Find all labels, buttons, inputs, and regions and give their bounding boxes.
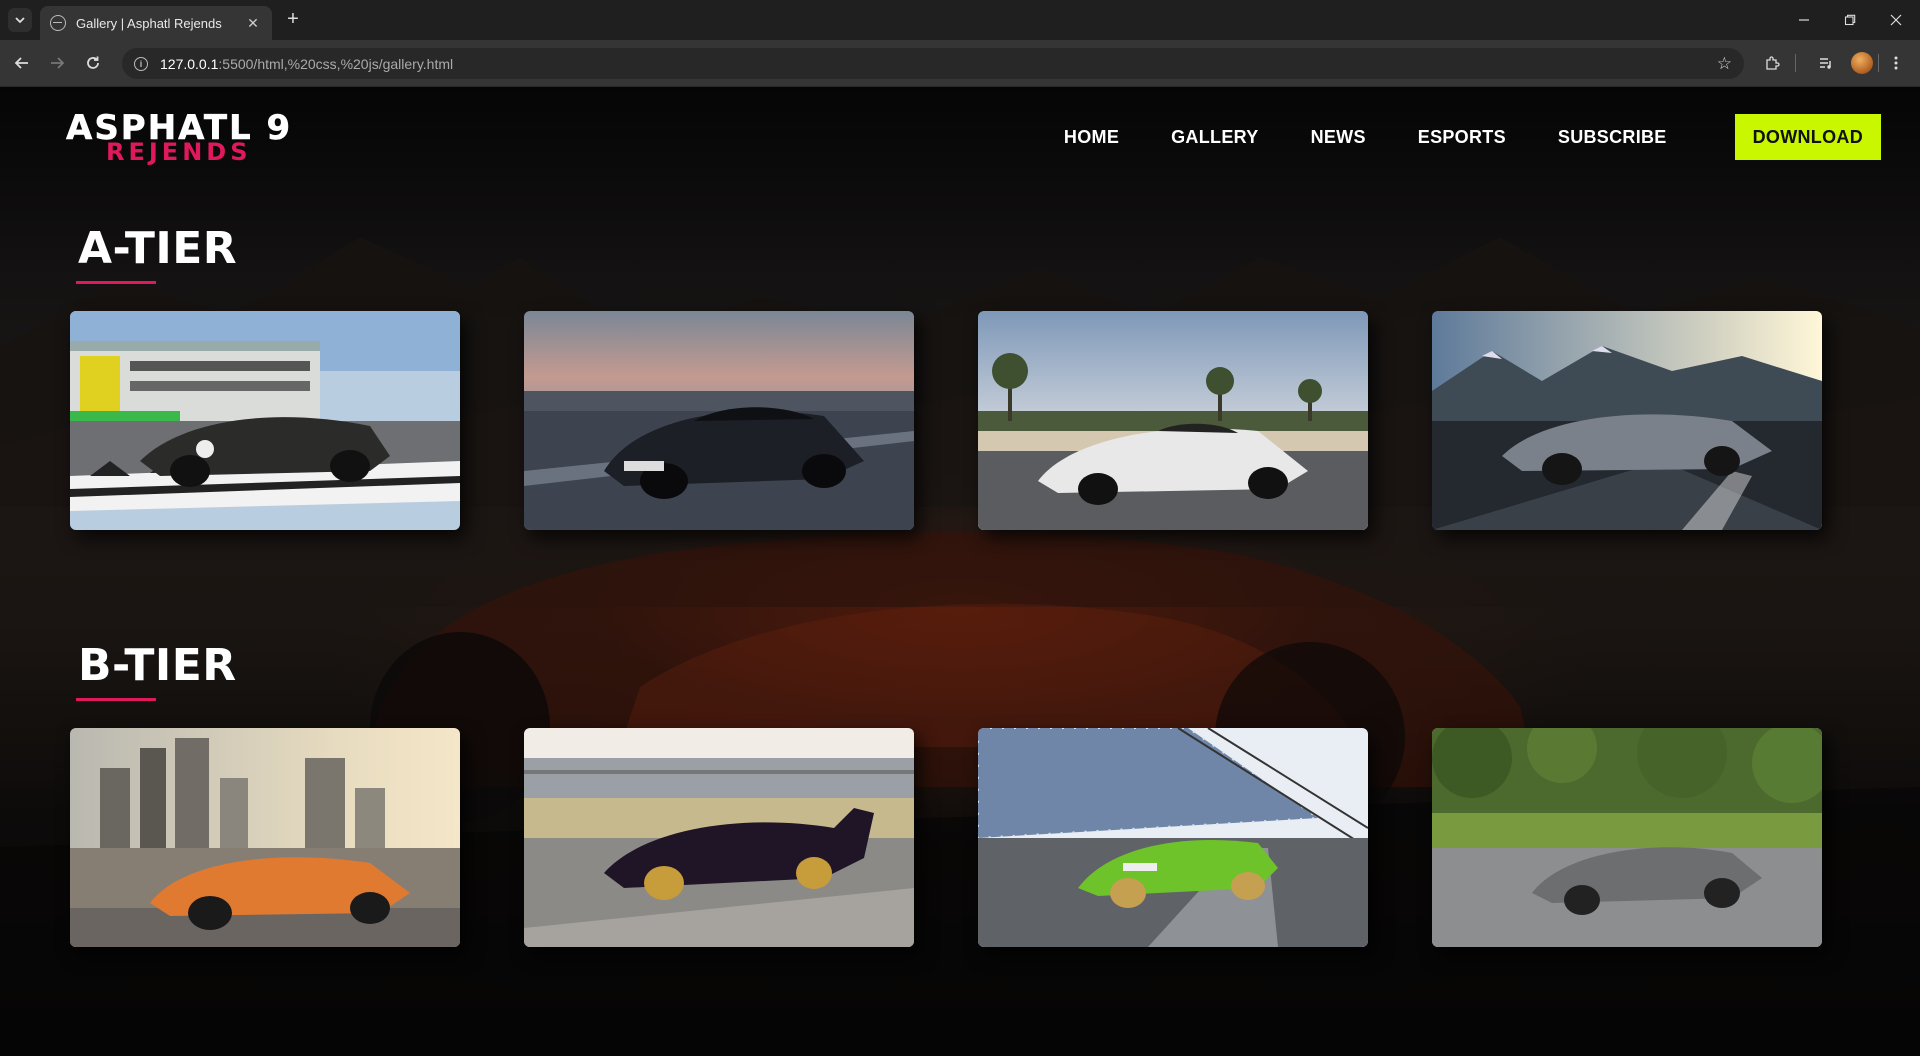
- logo-subtitle: REJENDS: [106, 138, 252, 166]
- url-host: 127.0.0.1: [160, 55, 219, 72]
- car-card[interactable]: [70, 728, 460, 947]
- browser-menu-icon[interactable]: [1884, 51, 1908, 75]
- car-photo-track-fence: [978, 728, 1368, 947]
- car-card[interactable]: [524, 728, 914, 947]
- car-photo-racetrack: [70, 311, 460, 530]
- browser-toolbar: i 127.0.0.1:5500/html,%20css,%20js/galle…: [0, 40, 1920, 87]
- gallery-page: ASPHATL 9 REJENDS HOME GALLERY NEWS ESPO…: [0, 87, 1920, 1056]
- car-card[interactable]: [524, 311, 914, 530]
- nav-link-gallery[interactable]: GALLERY: [1171, 127, 1258, 148]
- restore-icon[interactable]: [1837, 8, 1863, 32]
- nav-link-home[interactable]: HOME: [1064, 127, 1119, 148]
- bookmark-star-icon[interactable]: ☆: [1717, 54, 1732, 74]
- car-photo-mountain-sunset: [1432, 311, 1822, 530]
- car-photo-track-grandstand: [524, 728, 914, 947]
- profile-avatar[interactable]: [1851, 52, 1873, 74]
- car-photo-forest-road: [1432, 728, 1822, 947]
- toolbar-separator: [1795, 54, 1796, 72]
- extensions-icon[interactable]: [1760, 51, 1784, 75]
- car-photo-dusk-road: [524, 311, 914, 530]
- tab-search-button[interactable]: [8, 8, 32, 32]
- tab-title: Gallery | Asphatl Rejends: [76, 15, 222, 31]
- section-title-b-tier: B-TIER: [78, 640, 237, 691]
- car-card[interactable]: [1432, 728, 1822, 947]
- car-photo-city-skyline: [70, 728, 460, 947]
- nav-link-esports[interactable]: ESPORTS: [1418, 127, 1506, 148]
- main-nav: HOME GALLERY NEWS ESPORTS SUBSCRIBE DOWN…: [1012, 87, 1920, 187]
- chevron-down-icon: [15, 17, 25, 24]
- url-path: :5500/html,%20css,%20js/gallery.html: [218, 55, 454, 72]
- forward-arrow-icon[interactable]: [45, 51, 69, 75]
- section-underline: [76, 281, 156, 284]
- nav-link-news[interactable]: NEWS: [1311, 127, 1366, 148]
- close-tab-icon[interactable]: ✕: [244, 14, 262, 32]
- close-window-icon[interactable]: [1883, 8, 1909, 32]
- site-info-icon[interactable]: i: [134, 56, 148, 71]
- address-bar[interactable]: i 127.0.0.1:5500/html,%20css,%20js/galle…: [122, 48, 1744, 79]
- site-logo[interactable]: ASPHATL 9 REJENDS: [66, 111, 306, 171]
- back-arrow-icon[interactable]: [10, 51, 34, 75]
- download-button[interactable]: DOWNLOAD: [1734, 114, 1881, 160]
- car-card[interactable]: [70, 311, 460, 530]
- toolbar-separator: [1878, 54, 1879, 72]
- nav-link-subscribe[interactable]: SUBSCRIBE: [1558, 127, 1667, 148]
- new-tab-button[interactable]: +: [282, 9, 304, 31]
- car-card[interactable]: [1432, 311, 1822, 530]
- reload-icon[interactable]: [81, 51, 105, 75]
- site-header: ASPHATL 9 REJENDS HOME GALLERY NEWS ESPO…: [0, 87, 1920, 187]
- section-underline: [76, 698, 156, 701]
- globe-icon: [50, 15, 66, 31]
- car-card[interactable]: [978, 728, 1368, 947]
- media-controls-icon[interactable]: [1814, 51, 1838, 75]
- section-title-a-tier: A-TIER: [78, 223, 238, 274]
- car-card[interactable]: [978, 311, 1368, 530]
- browser-tab-active[interactable]: Gallery | Asphatl Rejends ✕: [40, 6, 272, 40]
- browser-tabbar: Gallery | Asphatl Rejends ✕ +: [0, 0, 1920, 40]
- minimize-icon[interactable]: [1791, 8, 1817, 32]
- car-photo-palm-road: [978, 311, 1368, 530]
